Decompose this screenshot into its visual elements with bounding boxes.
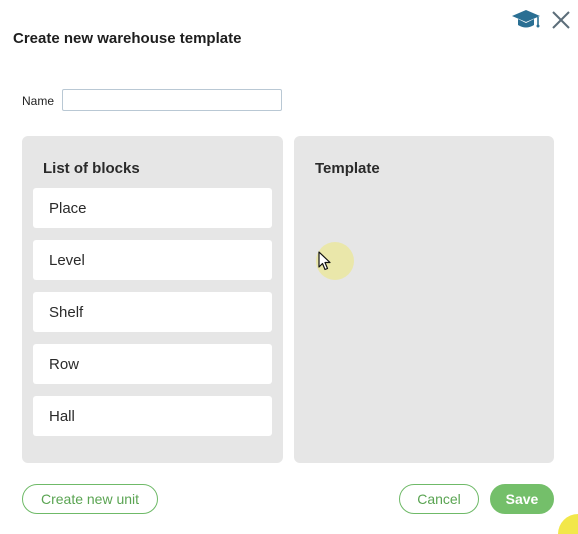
name-label: Name <box>22 94 55 108</box>
cancel-button[interactable]: Cancel <box>399 484 479 514</box>
create-new-unit-button[interactable]: Create new unit <box>22 484 158 514</box>
click-indicator <box>558 514 578 534</box>
block-item-place[interactable]: Place <box>33 188 272 228</box>
block-item-level[interactable]: Level <box>33 240 272 280</box>
block-item-shelf[interactable]: Shelf <box>33 292 272 332</box>
blocks-panel-heading: List of blocks <box>43 160 140 177</box>
save-button[interactable]: Save <box>490 484 554 514</box>
create-template-dialog: Create new warehouse template Name List … <box>0 0 578 534</box>
template-panel-heading: Template <box>315 160 380 177</box>
block-list: Place Level Shelf Row Hall <box>33 188 272 448</box>
block-item-hall[interactable]: Hall <box>33 396 272 436</box>
dialog-title: Create new warehouse template <box>13 30 242 47</box>
mouse-cursor-icon <box>318 251 331 271</box>
name-input[interactable] <box>62 89 282 111</box>
close-icon[interactable] <box>550 9 572 31</box>
template-panel[interactable]: Template <box>294 136 554 463</box>
block-item-row[interactable]: Row <box>33 344 272 384</box>
blocks-panel: List of blocks Place Level Shelf Row Hal… <box>22 136 283 463</box>
graduation-cap-icon[interactable] <box>511 8 541 30</box>
